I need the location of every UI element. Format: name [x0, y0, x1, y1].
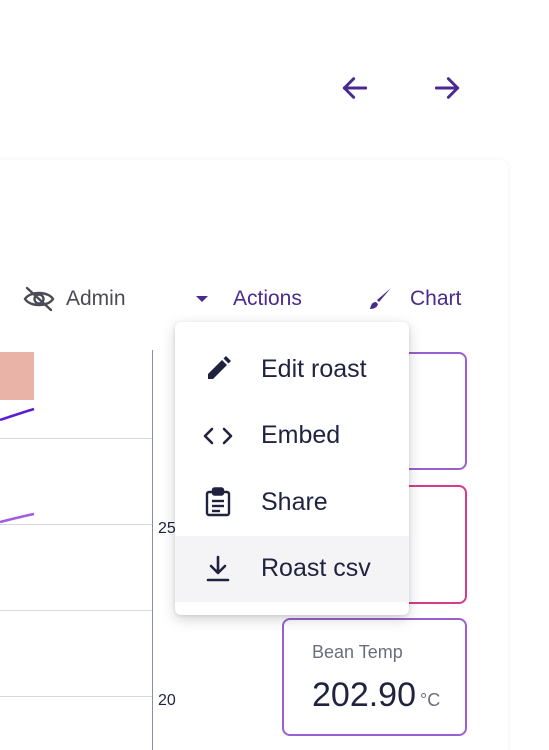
- arrow-left-icon: [342, 77, 368, 99]
- eye-off-icon: [23, 286, 55, 312]
- bean-temp-value: 202.90 °C: [312, 676, 440, 715]
- chart-label: Chart: [410, 287, 462, 310]
- admin-label: Admin: [66, 287, 126, 310]
- clipboard-icon: [203, 487, 233, 517]
- menu-item-label: Embed: [261, 421, 341, 450]
- caret-down-icon: [196, 296, 208, 302]
- y-tick-label: 25: [158, 520, 176, 537]
- bean-temp-label: Bean Temp: [312, 642, 403, 662]
- menu-item-embed[interactable]: Embed: [175, 403, 409, 470]
- y-tick-label: 20: [158, 692, 176, 709]
- actions-menu: Edit roast Embed Share Roast csv: [175, 322, 409, 615]
- admin-toggle[interactable]: Admin: [22, 282, 126, 316]
- actions-label: Actions: [233, 287, 302, 310]
- roast-chart: [0, 350, 153, 750]
- chart-series-lines: [0, 407, 35, 524]
- forward-button[interactable]: [429, 70, 465, 106]
- bean-temp-card: Bean Temp 202.90 °C: [282, 618, 467, 736]
- series-line-light: [0, 512, 35, 524]
- menu-item-roast-csv[interactable]: Roast csv: [175, 535, 409, 602]
- menu-item-label: Edit roast: [261, 354, 367, 383]
- series-line-dark: [0, 407, 35, 422]
- download-icon: [203, 554, 233, 584]
- menu-item-share[interactable]: Share: [175, 469, 409, 536]
- back-button[interactable]: [337, 70, 373, 106]
- paintbrush-icon: [370, 288, 391, 309]
- bean-temp-number: 202.90: [312, 676, 416, 714]
- code-icon: [203, 421, 233, 451]
- pencil-icon: [203, 354, 233, 384]
- chart-settings-button[interactable]: Chart: [366, 282, 461, 316]
- menu-item-label: Share: [261, 487, 328, 516]
- bean-temp-unit: °C: [420, 690, 441, 710]
- menu-item-label: Roast csv: [261, 554, 371, 583]
- actions-dropdown[interactable]: Actions: [195, 282, 302, 316]
- menu-item-edit-roast[interactable]: Edit roast: [175, 336, 409, 403]
- arrow-right-icon: [434, 77, 460, 99]
